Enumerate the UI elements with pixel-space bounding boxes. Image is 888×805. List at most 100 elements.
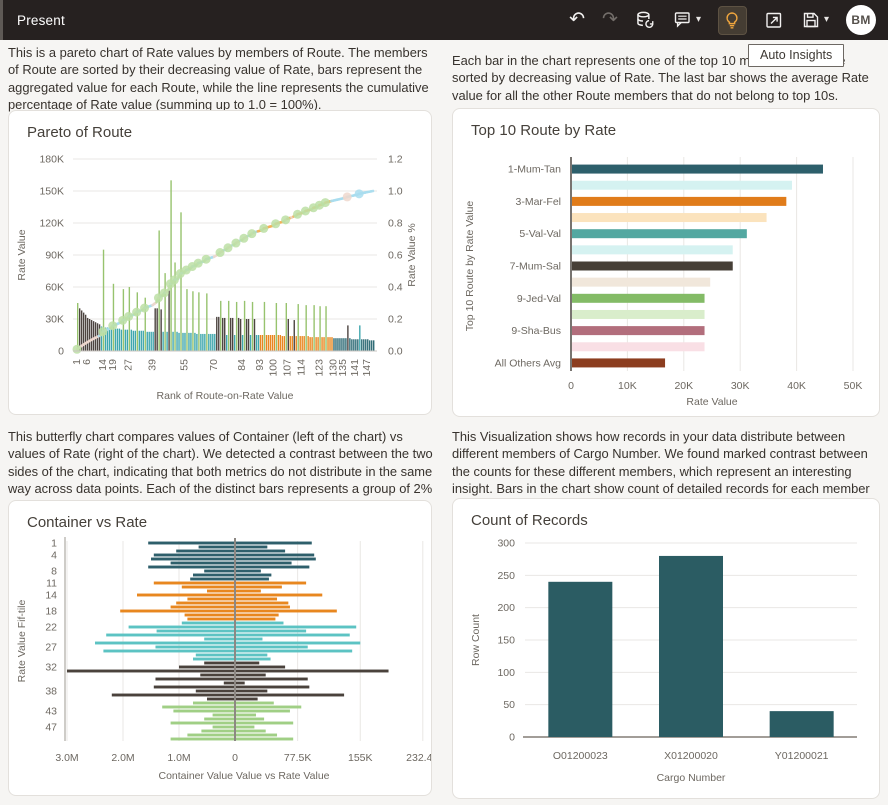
pareto-card-title: Pareto of Route bbox=[9, 111, 431, 141]
svg-text:39: 39 bbox=[146, 359, 158, 371]
container-vs-rate-chart[interactable]: 3.0M2.0M1.0M077.5K155K232.4K148111418222… bbox=[9, 531, 431, 789]
svg-text:Top 10 Route by Rate Value: Top 10 Route by Rate Value bbox=[464, 201, 476, 332]
pareto-chart[interactable]: 00.030K0.260K0.490K0.6120K0.8150K1.0180K… bbox=[9, 141, 431, 413]
svg-text:50: 50 bbox=[503, 699, 515, 711]
svg-text:70: 70 bbox=[208, 359, 220, 371]
svg-text:0.8: 0.8 bbox=[388, 218, 403, 230]
svg-text:2.0M: 2.0M bbox=[111, 752, 134, 764]
left-edge-strip bbox=[0, 0, 3, 40]
annotate-icon bbox=[673, 10, 693, 30]
svg-text:5-Val-Val: 5-Val-Val bbox=[519, 228, 561, 240]
top10-card-title: Top 10 Route by Rate bbox=[453, 109, 879, 139]
svg-text:43: 43 bbox=[45, 706, 57, 718]
svg-text:150K: 150K bbox=[39, 186, 64, 198]
toolbar: ↶ ↷ ▾ bbox=[569, 5, 888, 35]
svg-text:Rate Value Fif-tile: Rate Value Fif-tile bbox=[16, 600, 28, 683]
svg-text:93: 93 bbox=[254, 359, 266, 371]
butterfly-card: Container vs Rate 3.0M2.0M1.0M077.5K155K… bbox=[8, 500, 432, 796]
svg-text:114: 114 bbox=[295, 359, 307, 376]
svg-text:135: 135 bbox=[337, 359, 349, 377]
svg-text:3-Mar-Fel: 3-Mar-Fel bbox=[515, 196, 561, 208]
page-title: Present bbox=[17, 13, 65, 28]
svg-text:141: 141 bbox=[349, 359, 361, 377]
butterfly-card-title: Container vs Rate bbox=[9, 501, 431, 531]
svg-text:0: 0 bbox=[58, 346, 64, 358]
svg-text:55: 55 bbox=[178, 359, 190, 371]
svg-text:60K: 60K bbox=[45, 282, 64, 294]
undo-icon[interactable]: ↶ bbox=[569, 11, 585, 29]
save-icon bbox=[801, 10, 821, 30]
svg-text:19: 19 bbox=[107, 359, 119, 371]
svg-text:1.0: 1.0 bbox=[388, 186, 403, 198]
top10-route-chart[interactable]: 0 10K 20K 30K 40K 50K 1-Mum-Tan 3-Mar-Fel 5-Val-… bbox=[453, 139, 879, 417]
svg-text:4: 4 bbox=[51, 550, 57, 562]
svg-text:150: 150 bbox=[497, 635, 515, 647]
svg-text:147: 147 bbox=[361, 359, 373, 377]
svg-text:18: 18 bbox=[45, 606, 57, 618]
svg-text:0.2: 0.2 bbox=[388, 314, 403, 326]
svg-text:300: 300 bbox=[497, 538, 515, 550]
svg-text:8: 8 bbox=[51, 566, 57, 578]
svg-text:Row Count: Row Count bbox=[470, 614, 482, 666]
svg-text:250: 250 bbox=[497, 570, 515, 582]
svg-text:123: 123 bbox=[313, 359, 325, 377]
save-button[interactable]: ▾ bbox=[801, 10, 829, 30]
svg-text:100: 100 bbox=[497, 667, 515, 679]
data-refresh-icon[interactable] bbox=[635, 10, 656, 31]
svg-text:11: 11 bbox=[46, 578, 57, 590]
auto-insights-button[interactable] bbox=[718, 6, 747, 35]
svg-text:O01200023: O01200023 bbox=[553, 750, 608, 762]
auto-insights-tooltip: Auto Insights bbox=[748, 44, 844, 67]
svg-text:0: 0 bbox=[568, 380, 574, 392]
svg-text:27: 27 bbox=[123, 359, 135, 371]
pareto-card: Pareto of Route 0 0.0 30K 0.2 60K 0.4 90K 0.6 12… bbox=[8, 110, 432, 415]
svg-text:Rate Value: Rate Value bbox=[686, 396, 737, 408]
svg-text:100: 100 bbox=[268, 359, 280, 377]
auto-insights-bulb-icon bbox=[723, 11, 741, 30]
svg-text:38: 38 bbox=[45, 686, 57, 698]
svg-text:10K: 10K bbox=[618, 380, 637, 392]
svg-text:107: 107 bbox=[282, 359, 294, 377]
svg-text:3.0M: 3.0M bbox=[55, 752, 78, 764]
svg-text:X01200020: X01200020 bbox=[664, 750, 718, 762]
svg-text:1: 1 bbox=[51, 538, 57, 550]
svg-text:50K: 50K bbox=[844, 380, 863, 392]
avatar[interactable]: BM bbox=[846, 5, 876, 35]
app-header: Present ↶ ↷ ▾ bbox=[0, 0, 888, 40]
svg-text:200: 200 bbox=[497, 602, 515, 614]
redo-icon: ↷ bbox=[602, 11, 618, 29]
svg-text:Rate Value: Rate Value bbox=[16, 229, 28, 280]
count-card: Count of Records 0 50 100 150 200 250 300 O0120… bbox=[452, 498, 880, 799]
save-caret-icon: ▾ bbox=[824, 15, 829, 25]
annotate-button[interactable]: ▾ bbox=[673, 10, 701, 30]
svg-text:9-Jed-Val: 9-Jed-Val bbox=[517, 293, 561, 305]
svg-text:232.4K: 232.4K bbox=[406, 752, 432, 764]
svg-text:14: 14 bbox=[45, 590, 57, 602]
svg-text:40K: 40K bbox=[787, 380, 806, 392]
svg-text:Container Value Value vs Rate: Container Value Value vs Rate Value bbox=[158, 770, 329, 782]
svg-text:All Others Avg: All Others Avg bbox=[495, 357, 561, 369]
svg-text:0.4: 0.4 bbox=[388, 282, 403, 294]
svg-text:1.2: 1.2 bbox=[388, 154, 403, 166]
svg-text:84: 84 bbox=[236, 359, 248, 371]
svg-text:77.5K: 77.5K bbox=[284, 752, 311, 764]
svg-text:47: 47 bbox=[45, 722, 57, 734]
svg-text:20K: 20K bbox=[674, 380, 693, 392]
svg-text:0.6: 0.6 bbox=[388, 250, 403, 262]
svg-text:155K: 155K bbox=[348, 752, 373, 764]
svg-text:22: 22 bbox=[45, 622, 57, 634]
open-in-window-icon[interactable] bbox=[764, 10, 784, 30]
svg-text:Y01200021: Y01200021 bbox=[775, 750, 829, 762]
svg-text:0.0: 0.0 bbox=[388, 346, 403, 358]
svg-text:0: 0 bbox=[509, 732, 515, 744]
count-card-title: Count of Records bbox=[453, 499, 879, 529]
svg-text:90K: 90K bbox=[45, 250, 64, 262]
insight-description-pareto: This is a pareto chart of Rate values by… bbox=[8, 44, 438, 113]
svg-text:Rate Value %: Rate Value % bbox=[406, 223, 418, 286]
svg-text:30K: 30K bbox=[731, 380, 750, 392]
svg-text:Rank of Route-on-Rate Value: Rank of Route-on-Rate Value bbox=[157, 390, 294, 402]
top10-card: Top 10 Route by Rate 0 10K 20K 30K 40K 50K 1-M… bbox=[452, 108, 880, 417]
svg-text:30K: 30K bbox=[45, 314, 64, 326]
svg-text:1-Mum-Tan: 1-Mum-Tan bbox=[508, 164, 561, 176]
count-of-records-chart[interactable]: 0 50 100 150 200 250 300 O01200023 X01200020 Y012… bbox=[453, 529, 879, 791]
